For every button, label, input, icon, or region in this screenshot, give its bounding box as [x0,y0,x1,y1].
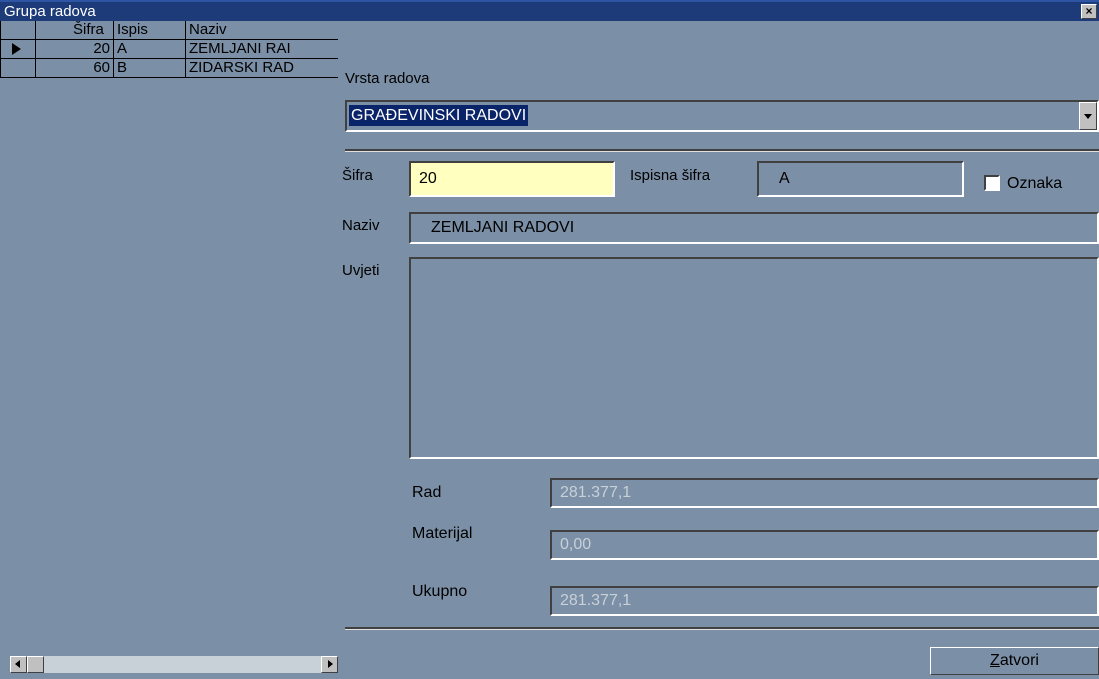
scroll-right-button[interactable] [321,656,338,673]
table-row[interactable]: 20 A ZEMLJANI RAI [0,40,338,59]
vrsta-radova-label: Vrsta radova [345,70,430,87]
uvjeti-label: Uvjeti [342,262,380,279]
separator-bottom [345,627,1099,630]
zatvori-label: atvori [999,652,1039,669]
cell-ispis[interactable]: B [114,59,186,78]
title-bar: Grupa radova × [0,0,1099,21]
sifra-field[interactable]: 20 [409,161,615,197]
sifra-label: Šifra [342,167,373,184]
scroll-track[interactable] [44,656,321,673]
zatvori-button[interactable]: Zatvori [930,647,1099,675]
close-button[interactable]: × [1081,4,1097,19]
header-sifra[interactable]: Šifra [36,21,114,40]
row-indicator [0,40,36,59]
scroll-left-button[interactable] [10,656,27,673]
oznaka-label: Oznaka [1007,175,1063,192]
header-indicator-cell [0,21,36,40]
oznaka-checkbox[interactable] [984,175,1000,191]
separator-top [345,149,1099,152]
uvjeti-textarea[interactable] [409,257,1099,459]
cell-naziv[interactable]: ZEMLJANI RAI [186,40,338,59]
naziv-field[interactable]: ZEMLJANI RADOVI [409,212,1099,244]
grupa-grid: Šifra Ispis Naziv 20 A ZEMLJANI RAI 60 B… [0,21,338,78]
combo-dropdown-button[interactable] [1079,102,1097,130]
arrow-right-icon [328,660,333,668]
grid-horizontal-scrollbar[interactable] [10,656,338,673]
rad-label: Rad [412,484,442,501]
cell-naziv[interactable]: ZIDARSKI RAD [186,59,338,78]
arrow-left-icon [15,660,20,668]
chevron-down-icon [1084,114,1092,119]
window-title: Grupa radova [4,3,96,20]
vrsta-radova-value: GRAĐEVINSKI RADOVI [349,105,529,126]
rad-field: 281.377,1 [550,478,1099,508]
ukupno-field: 281.377,1 [550,586,1099,616]
header-naziv[interactable]: Naziv [186,21,338,40]
naziv-label: Naziv [342,217,380,234]
zatvori-accel: Z [990,652,1000,669]
cell-sifra[interactable]: 20 [36,40,114,59]
vrsta-radova-combo[interactable]: GRAĐEVINSKI RADOVI [345,100,1099,132]
ukupno-label: Ukupno [412,583,468,600]
materijal-label: Materijal [412,525,473,542]
ispisna-sifra-label: Ispisna šifra [630,167,711,184]
scroll-thumb[interactable] [27,656,44,673]
current-row-arrow-icon [12,43,21,55]
materijal-field: 0,00 [550,530,1099,560]
cell-sifra[interactable]: 60 [36,59,114,78]
grid-header: Šifra Ispis Naziv [0,21,338,40]
ispisna-sifra-field[interactable]: A [757,161,964,197]
header-ispis[interactable]: Ispis [114,21,186,40]
row-indicator [0,59,36,78]
table-row[interactable]: 60 B ZIDARSKI RAD [0,59,338,78]
cell-ispis[interactable]: A [114,40,186,59]
